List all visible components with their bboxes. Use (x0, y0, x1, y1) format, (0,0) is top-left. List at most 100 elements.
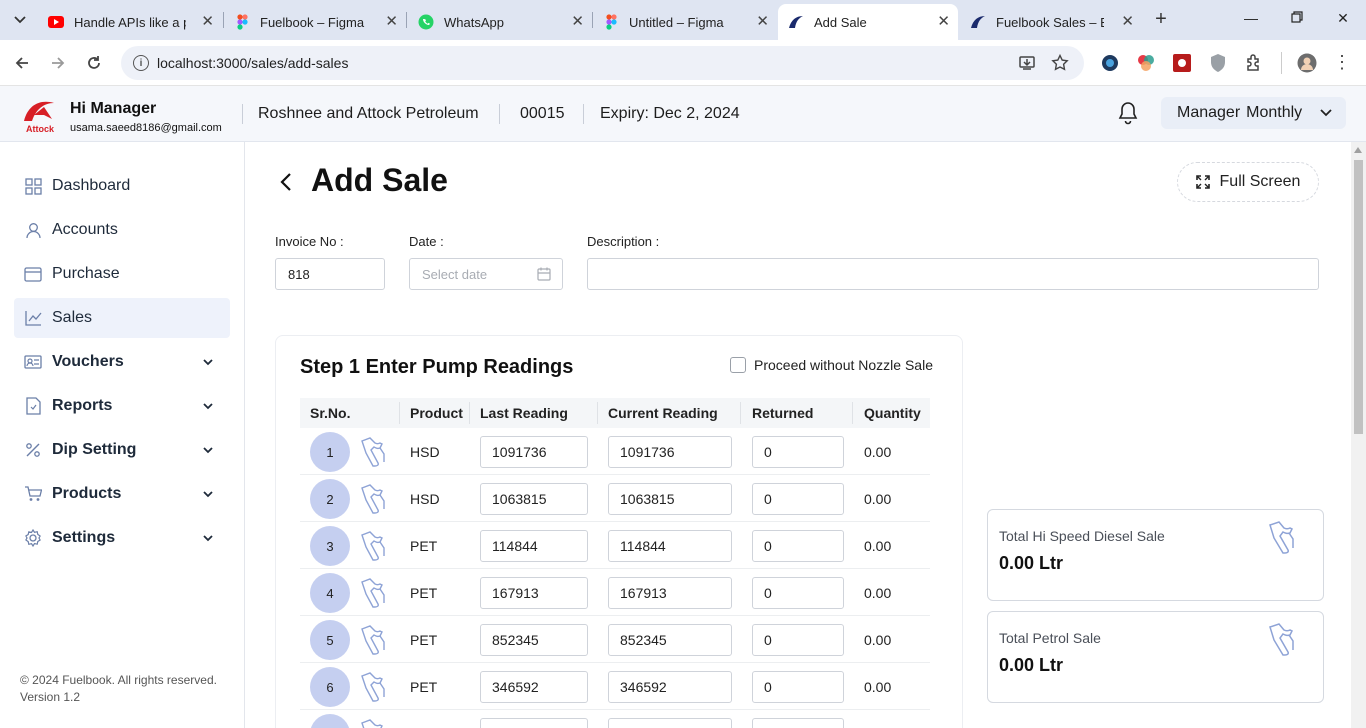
tab-label: Add Sale (814, 14, 867, 30)
current-reading-input[interactable]: 167913 (608, 577, 732, 609)
returned-input[interactable]: 0 (752, 436, 844, 468)
color-picker-icon[interactable] (1136, 53, 1156, 73)
returned-input[interactable]: 0 (752, 483, 844, 515)
returned-input[interactable]: 0 (752, 624, 844, 656)
forward-button[interactable] (47, 52, 69, 74)
serial-badge: 3 (310, 526, 350, 566)
url-bar[interactable]: i localhost:3000/sales/add-sales (121, 46, 1084, 80)
current-reading-input[interactable]: 1063815 (608, 483, 732, 515)
returned-input[interactable]: 0 (752, 577, 844, 609)
browser-tab[interactable]: Handle APIs like a pro ✕ (38, 4, 222, 40)
extension-dark-icon[interactable] (1100, 53, 1120, 73)
plan-label: Monthly (1246, 104, 1303, 121)
last-reading-input[interactable]: 167913 (480, 577, 588, 609)
sidebar-item-dashboard[interactable]: Dashboard (14, 166, 230, 206)
current-reading-input[interactable]: 905464 (608, 718, 732, 728)
reload-button[interactable] (83, 52, 105, 74)
last-reading-input[interactable]: 852345 (480, 624, 588, 656)
returned-input[interactable]: 0 (752, 530, 844, 562)
profile-avatar-icon[interactable] (1297, 53, 1317, 73)
sidebar-item-purchase[interactable]: Purchase (14, 254, 230, 294)
proceed-without-nozzle-label[interactable]: Proceed without Nozzle Sale (754, 357, 933, 373)
last-reading-input[interactable]: 114844 (480, 530, 588, 562)
tab-label: WhatsApp (444, 14, 504, 30)
sidebar-item-accounts[interactable]: Accounts (14, 210, 230, 250)
close-window-button[interactable]: ✕ (1333, 10, 1353, 27)
invoice-label: Invoice No : (275, 234, 344, 249)
extension-red-icon[interactable] (1172, 53, 1192, 73)
proceed-without-nozzle-checkbox[interactable] (730, 357, 746, 373)
returned-input[interactable]: 0 (752, 671, 844, 703)
full-screen-button[interactable]: Full Screen (1177, 162, 1319, 202)
summary-card-diesel: Total Hi Speed Diesel Sale 0.00 Ltr (987, 509, 1324, 601)
product-cell: PET (410, 632, 438, 648)
arrow-right-icon (52, 57, 65, 69)
chevron-down-icon (14, 16, 26, 24)
invoice-input[interactable]: 818 (275, 258, 385, 290)
fuel-nozzle-icon (359, 482, 391, 514)
browser-tab[interactable]: Fuelbook Sales – Effic ✕ (960, 4, 1142, 40)
returned-input[interactable]: 0 (752, 718, 844, 728)
quantity-cell: 0.00 (864, 444, 892, 460)
tab-search-button[interactable] (6, 8, 34, 32)
sidebar-item-reports[interactable]: Reports (14, 386, 230, 426)
current-reading-input[interactable]: 852345 (608, 624, 732, 656)
close-icon[interactable]: ✕ (937, 14, 950, 30)
sidebar-item-vouchers[interactable]: Vouchers (14, 342, 230, 382)
sidebar-item-dip-setting[interactable]: Dip Setting (14, 430, 230, 470)
close-icon[interactable]: ✕ (385, 14, 398, 30)
close-icon[interactable]: ✕ (571, 14, 584, 30)
close-icon[interactable]: ✕ (201, 14, 214, 30)
last-reading-input[interactable]: 346592 (480, 671, 588, 703)
restore-button[interactable] (1287, 10, 1307, 26)
quantity-cell: 0.00 (864, 679, 892, 695)
table-row: 3 PET 114844 114844 0 0.00 (300, 522, 930, 569)
date-picker-input[interactable]: Select date (409, 258, 563, 290)
sidebar-item-label: Sales (52, 309, 93, 326)
sidebar-item-settings[interactable]: Settings (14, 518, 230, 558)
current-reading-input[interactable]: 1091736 (608, 436, 732, 468)
bell-icon[interactable] (1117, 101, 1139, 125)
sidebar-item-products[interactable]: Products (14, 474, 230, 514)
browser-tab-active[interactable]: Add Sale ✕ (778, 4, 958, 40)
description-input[interactable] (587, 258, 1319, 290)
dashboard-icon (23, 176, 43, 196)
browser-menu-icon[interactable]: ⋮ (1332, 53, 1352, 73)
current-reading-input[interactable]: 114844 (608, 530, 732, 562)
scrollbar-thumb[interactable] (1354, 160, 1363, 434)
header-divider (583, 104, 584, 124)
app-header: Attock Hi Manager usama.saeed8186@gmail.… (0, 86, 1366, 142)
extensions-puzzle-icon[interactable] (1244, 53, 1264, 73)
scroll-up-arrow[interactable] (1354, 147, 1362, 153)
close-icon[interactable]: ✕ (1121, 14, 1134, 30)
browser-tab[interactable]: WhatsApp ✕ (408, 4, 592, 40)
bookmark-star-icon[interactable] (1051, 54, 1069, 72)
install-app-icon[interactable] (1018, 54, 1036, 72)
arrow-left-icon (15, 57, 28, 69)
last-reading-input[interactable]: 1091736 (480, 436, 588, 468)
copyright-text: © 2024 Fuelbook. All rights reserved. (20, 673, 217, 687)
browser-tab[interactable]: Untitled – Figma ✕ (593, 4, 777, 40)
current-reading-input[interactable]: 346592 (608, 671, 732, 703)
back-chevron-icon[interactable] (275, 168, 299, 196)
site-info-icon[interactable]: i (133, 55, 149, 71)
column-divider (469, 402, 470, 424)
sidebar-item-sales[interactable]: Sales (14, 298, 230, 338)
role-plan-dropdown[interactable]: Manager Monthly (1161, 97, 1346, 129)
back-button[interactable] (11, 52, 33, 74)
sidebar-item-label: Dashboard (52, 177, 131, 194)
column-divider (740, 402, 741, 424)
last-reading-input[interactable]: 1063815 (480, 483, 588, 515)
shield-icon[interactable] (1208, 53, 1228, 73)
column-header: Sr.No. (310, 405, 351, 421)
new-tab-button[interactable]: + (1150, 8, 1172, 31)
step-title: Step 1 Enter Pump Readings (300, 356, 574, 378)
tab-label: Fuelbook Sales – Effic (996, 14, 1104, 30)
page-scrollbar[interactable] (1351, 142, 1366, 728)
close-icon[interactable]: ✕ (756, 14, 769, 30)
last-reading-input[interactable]: 905464 (480, 718, 588, 728)
url-text: localhost:3000/sales/add-sales (157, 55, 349, 71)
quantity-cell: 0.00 (864, 538, 892, 554)
minimize-button[interactable]: — (1241, 10, 1261, 26)
browser-tab[interactable]: Fuelbook – Figma ✕ (224, 4, 406, 40)
